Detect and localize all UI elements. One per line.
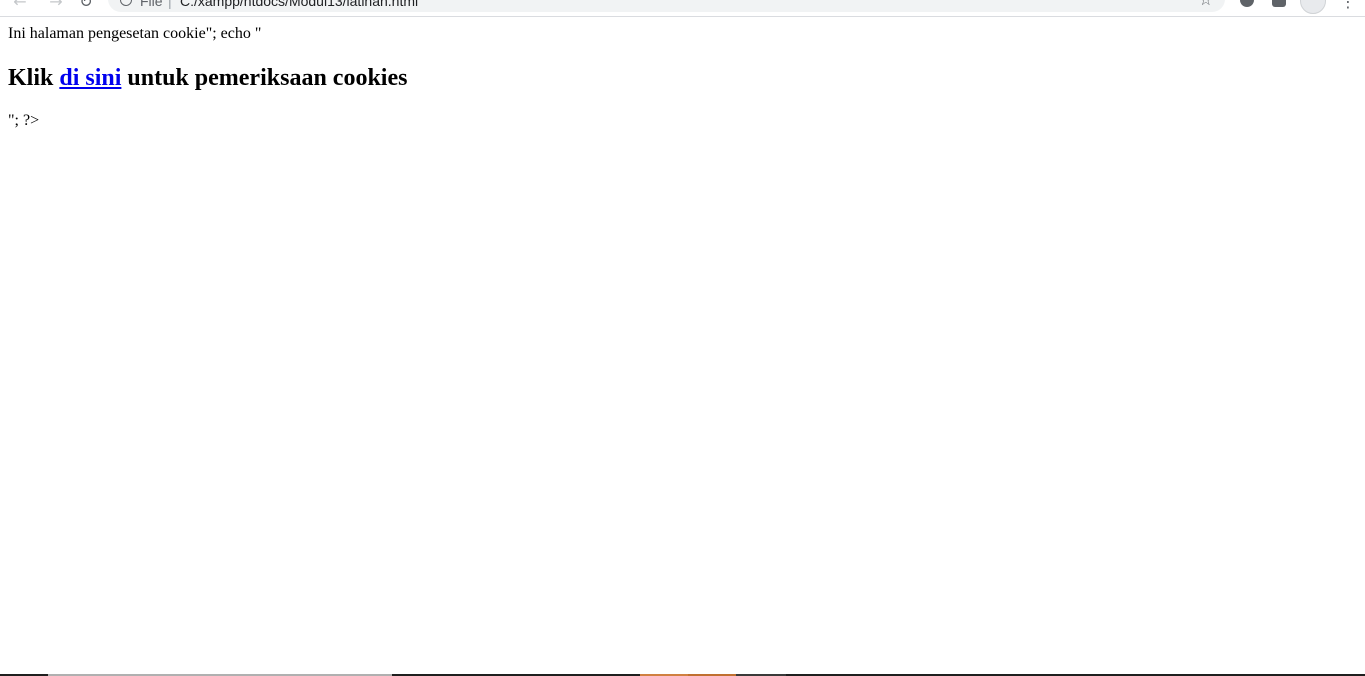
trailing-paragraph: "; ?> [8, 112, 40, 129]
page-content: Ini halaman pengesetan cookie"; echo " K… [8, 17, 1357, 130]
heading-suffix: untuk pemeriksaan cookies [121, 65, 408, 91]
scheme-separator: | [168, 0, 172, 9]
heading-prefix: Klik [8, 65, 60, 91]
address-bar[interactable]: File | C:/xampp/htdocs/Modul13/latihan.h… [108, 0, 1225, 12]
reload-icon[interactable]: ↻ [76, 0, 96, 12]
profile-avatar[interactable] [1300, 0, 1326, 14]
scheme-label: File [140, 0, 163, 9]
url-text[interactable]: C:/xampp/htdocs/Modul13/latihan.html [180, 0, 418, 9]
check-cookie-link[interactable]: di sini [59, 65, 121, 91]
forward-arrow-icon[interactable]: → [46, 0, 66, 12]
info-icon[interactable] [120, 0, 132, 6]
back-arrow-icon[interactable]: ← [10, 0, 30, 12]
browser-toolbar: ← → ↻ File | C:/xampp/htdocs/Modul13/lat… [0, 0, 1365, 17]
shield-extension-icon[interactable] [1240, 0, 1254, 7]
kebab-menu-icon[interactable]: ⋮ [1340, 0, 1356, 12]
intro-paragraph: Ini halaman pengesetan cookie"; echo " [8, 25, 262, 42]
bookmark-star-icon[interactable]: ☆ [1199, 0, 1213, 9]
page-heading: Klik di sini untuk pemeriksaan cookies [8, 64, 1357, 92]
puzzle-extension-icon[interactable] [1272, 0, 1286, 7]
